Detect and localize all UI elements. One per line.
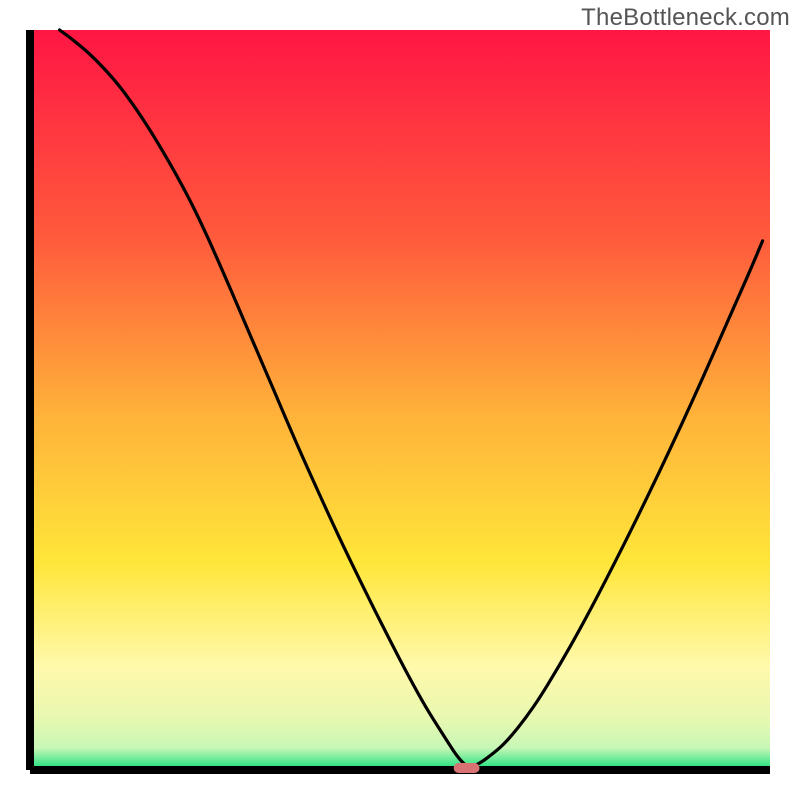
chart-container: TheBottleneck.com [0,0,800,800]
attribution-label: TheBottleneck.com [581,4,790,32]
bottleneck-chart [0,0,800,800]
minimum-marker [454,763,480,773]
